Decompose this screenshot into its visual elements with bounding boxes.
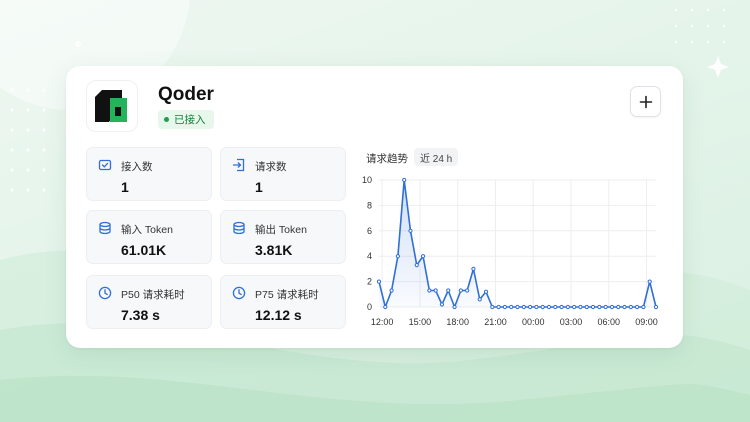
stat-label: 请求数 [255, 161, 287, 173]
data-point [502, 304, 508, 310]
request-icon [232, 158, 245, 172]
data-point [635, 304, 640, 310]
stat-label: 输出 Token [255, 224, 307, 236]
app-card: Qoder 已接入 接入数 1 请求数 1 输入 Token 61.01K 输出… [66, 66, 683, 348]
stat-card-p50-latency: P50 请求耗时 7.38 s [86, 275, 212, 329]
stat-label: P50 请求耗时 [121, 289, 185, 301]
x-tick-label: 21:00 [484, 317, 507, 327]
x-tick-label: 18:00 [446, 317, 469, 327]
data-point [534, 304, 539, 310]
database-icon [99, 221, 111, 235]
y-tick-label: 4 [367, 251, 372, 261]
data-point [597, 304, 602, 310]
data-point [433, 288, 438, 293]
data-point [590, 304, 596, 310]
data-point [402, 177, 407, 183]
y-tick-label: 8 [367, 200, 372, 210]
stat-label: P75 请求耗时 [255, 289, 319, 301]
data-point [622, 304, 627, 310]
plug-in-icon [98, 159, 112, 171]
data-point [584, 304, 589, 310]
data-point [439, 302, 445, 307]
stat-label: 输入 Token [121, 224, 173, 236]
data-point [572, 304, 577, 310]
stat-card-input-token: 输入 Token 61.01K [86, 210, 212, 264]
stat-value: 61.01K [121, 242, 167, 258]
data-point [389, 288, 394, 293]
data-point [477, 297, 482, 302]
app-name: Qoder [158, 84, 214, 105]
stat-value: 7.38 s [121, 307, 160, 323]
data-point [376, 279, 382, 284]
stat-value: 1 [255, 179, 263, 195]
data-point [496, 304, 501, 310]
stat-card-p75-latency: P75 请求耗时 12.12 s [220, 275, 346, 329]
data-point [559, 304, 564, 310]
x-tick-label: 06:00 [598, 317, 621, 327]
data-point [603, 304, 608, 310]
stat-value: 3.81K [255, 242, 293, 258]
database-icon [233, 221, 245, 235]
stat-card-requests: 请求数 1 [220, 147, 346, 201]
data-point [420, 254, 426, 259]
data-point [521, 304, 526, 310]
clock-icon [98, 286, 112, 300]
chart-range-selector[interactable]: 近 24 h [414, 148, 459, 166]
chart-title: 请求趋势 [366, 153, 408, 165]
app-logo [86, 80, 138, 132]
data-point [465, 288, 470, 293]
data-point [509, 304, 514, 310]
data-point [553, 304, 558, 310]
data-point [483, 289, 489, 294]
add-button[interactable] [630, 86, 661, 117]
data-point [527, 304, 533, 310]
data-point [458, 288, 463, 293]
data-point [446, 288, 451, 293]
data-point [565, 304, 570, 310]
data-point [616, 304, 621, 310]
plus-icon [639, 95, 652, 108]
stat-card-connections: 接入数 1 [86, 147, 212, 201]
data-point [540, 304, 545, 310]
data-point [471, 266, 476, 272]
request-trend-chart: 0 2 4 6 8 10 12:00 15:00 18:00 21:00 00:00 03:00 06:… [362, 175, 659, 327]
data-point [628, 304, 633, 310]
qoder-logo-icon [95, 90, 127, 122]
x-tick-label: 09:00 [635, 317, 658, 327]
x-tick-label: 03:00 [560, 317, 583, 327]
clock-icon [232, 286, 246, 300]
data-point [414, 262, 419, 268]
data-point [408, 228, 413, 233]
y-tick-label: 6 [367, 226, 372, 236]
stat-value: 1 [121, 179, 129, 195]
data-point [578, 304, 583, 310]
data-point [641, 304, 646, 310]
data-point [647, 279, 652, 284]
stat-card-output-token: 输出 Token 3.81K [220, 210, 346, 264]
y-tick-label: 2 [367, 277, 372, 287]
data-point [653, 304, 659, 310]
stat-value: 12.12 s [255, 307, 302, 323]
stat-label: 接入数 [121, 161, 153, 173]
status-text: 已接入 [174, 114, 206, 126]
data-point [427, 288, 432, 293]
data-point [515, 304, 520, 310]
data-point [609, 304, 615, 310]
status-badge: 已接入 [158, 110, 214, 129]
y-tick-label: 10 [362, 175, 372, 185]
y-tick-label: 0 [367, 302, 372, 312]
data-point [452, 304, 457, 310]
x-tick-label: 12:00 [371, 317, 394, 327]
x-tick-label: 00:00 [522, 317, 545, 327]
series-area [379, 180, 656, 307]
data-point [383, 304, 388, 310]
data-point [546, 304, 552, 310]
data-point [395, 254, 400, 259]
status-dot-icon [164, 117, 169, 122]
x-tick-label: 15:00 [409, 317, 432, 327]
data-point [490, 304, 495, 310]
